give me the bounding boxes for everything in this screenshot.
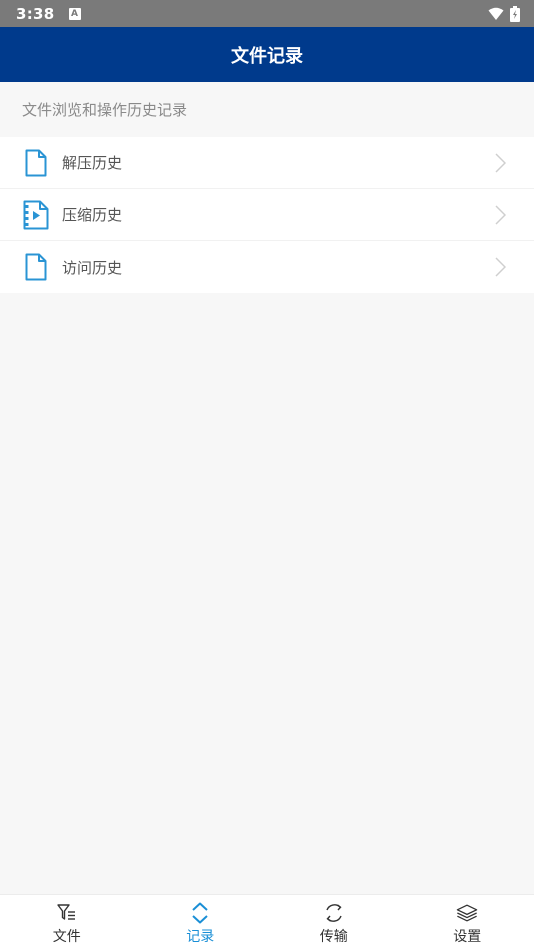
status-time: 3:38 — [16, 4, 55, 23]
nav-tab-transfer[interactable]: 传输 — [267, 895, 401, 950]
nav-tab-records[interactable]: 记录 — [134, 895, 268, 950]
chevron-right-icon — [494, 152, 508, 174]
file-filter-icon — [56, 902, 78, 924]
history-list: 解压历史 压缩历史 访问历史 — [0, 137, 534, 293]
document-icon — [22, 252, 50, 282]
list-item-extract-history[interactable]: 解压历史 — [0, 137, 534, 189]
chevron-right-icon — [494, 204, 508, 226]
nav-label: 文件 — [52, 928, 81, 945]
battery-icon — [510, 5, 520, 22]
nav-label: 记录 — [186, 928, 215, 945]
chevron-right-icon — [494, 256, 508, 278]
list-item-access-history[interactable]: 访问历史 — [0, 241, 534, 293]
page-title: 文件记录 — [231, 45, 303, 67]
app-bar: 文件记录 — [0, 27, 534, 82]
sync-icon — [323, 902, 345, 924]
notification-icon: A — [68, 7, 81, 20]
bottom-nav: 文件 记录 传输 设置 — [0, 894, 534, 950]
expand-arrows-icon — [189, 902, 211, 924]
list-item-label: 访问历史 — [62, 258, 123, 277]
video-file-icon — [22, 200, 50, 230]
wifi-icon — [488, 7, 504, 20]
section-header: 文件浏览和操作历史记录 — [0, 82, 534, 137]
document-icon — [22, 148, 50, 178]
nav-label: 设置 — [453, 928, 482, 945]
status-icons — [488, 5, 520, 22]
list-item-compress-history[interactable]: 压缩历史 — [0, 189, 534, 241]
list-item-label: 压缩历史 — [62, 206, 123, 224]
section-header-text: 文件浏览和操作历史记录 — [22, 101, 188, 119]
layers-icon — [456, 902, 478, 924]
nav-tab-files[interactable]: 文件 — [0, 895, 134, 950]
status-bar: 3:38 A — [0, 0, 534, 27]
list-item-label: 解压历史 — [62, 154, 123, 172]
nav-label: 传输 — [319, 928, 348, 945]
nav-tab-settings[interactable]: 设置 — [401, 895, 534, 950]
